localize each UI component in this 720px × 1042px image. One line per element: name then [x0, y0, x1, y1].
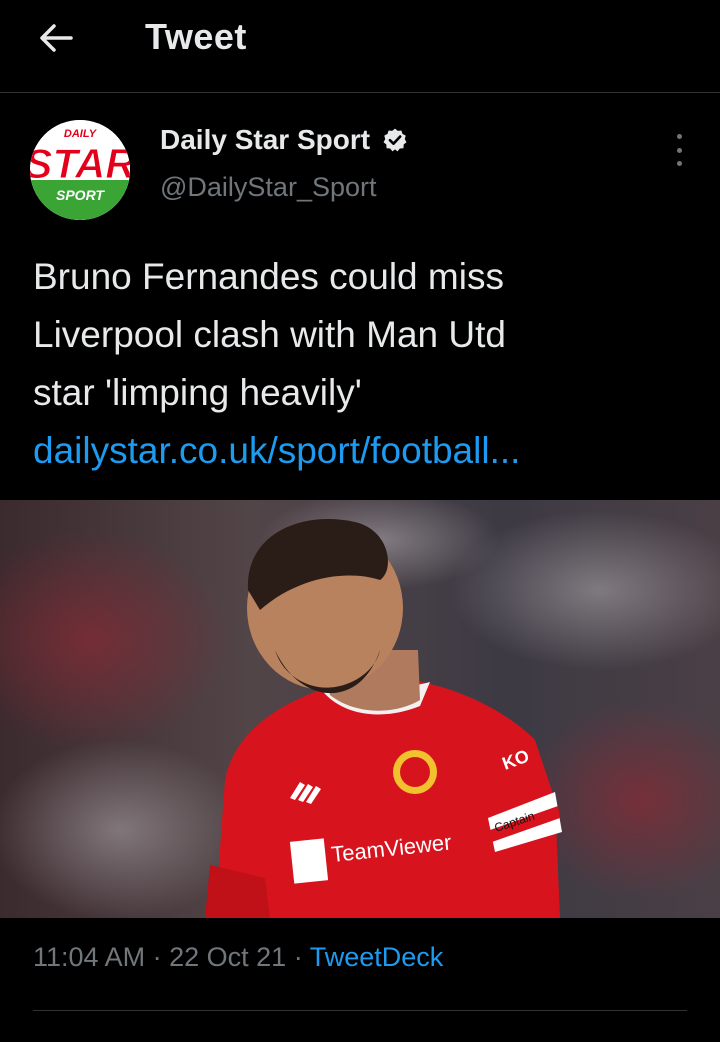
tweet-text: Bruno Fernandes could miss Liverpool cla… [33, 248, 693, 480]
tweet-source-link[interactable]: TweetDeck [310, 942, 444, 972]
author-display-name[interactable]: Daily Star Sport [160, 124, 370, 156]
meta-separator: · [293, 942, 303, 972]
back-button[interactable] [36, 18, 76, 58]
tweet-text-line: star 'limping heavily' [33, 372, 362, 413]
author-handle[interactable]: @DailyStar_Sport [160, 172, 377, 203]
divider [33, 1010, 687, 1011]
verified-badge-icon [383, 128, 407, 152]
svg-text:DAILY: DAILY [64, 128, 98, 140]
top-bar: Tweet [0, 0, 720, 93]
more-options-button[interactable] [664, 134, 694, 166]
page-title: Tweet [145, 16, 247, 57]
tweet-text-line: Liverpool clash with Man Utd [33, 314, 506, 355]
more-dot-icon [676, 134, 682, 139]
arrow-left-icon [40, 24, 73, 52]
tweet-meta: 11:04 AM · 22 Oct 21 · TweetDeck [33, 942, 443, 973]
author-name-row[interactable]: Daily Star Sport [160, 124, 408, 156]
tweet-text-line: Bruno Fernandes could miss [33, 256, 504, 297]
daily-star-sport-logo: DAILY STAR SPORT [30, 120, 130, 220]
avatar[interactable]: DAILY STAR SPORT [30, 120, 130, 220]
svg-text:STAR: STAR [30, 140, 130, 187]
tweet-link[interactable]: dailystar.co.uk/sport/football... [33, 422, 693, 480]
tweet-time[interactable]: 11:04 AM [33, 942, 145, 972]
tweet-date[interactable]: 22 Oct 21 [169, 942, 286, 972]
svg-text:SPORT: SPORT [56, 187, 105, 203]
meta-separator: · [152, 942, 162, 972]
more-dot-icon [676, 161, 682, 166]
more-dot-icon [676, 147, 682, 153]
football-player-photo: Captain KO TeamViewer [0, 500, 720, 918]
tweet-media-image[interactable]: Captain KO TeamViewer [0, 500, 720, 918]
